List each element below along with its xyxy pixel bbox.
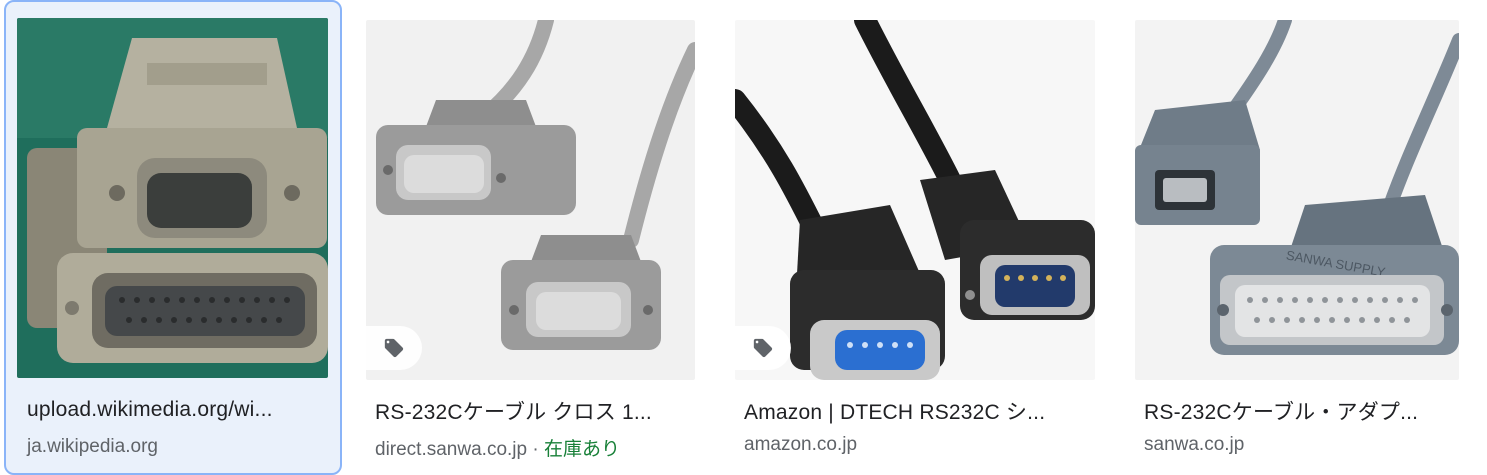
shopping-tag-icon: [384, 338, 404, 358]
image-result-card-4[interactable]: SANWA SUPPLY RS-232Cケーブル・アダプ... sanwa.co…: [1135, 0, 1465, 475]
result-source-line-2: direct.sanwa.co.jp · 在庫あり: [375, 434, 620, 461]
shopping-tag-icon: [753, 338, 773, 358]
db9-db25-adapter-image: [17, 18, 328, 378]
image-result-card-2[interactable]: RS-232Cケーブル クロス 1... direct.sanwa.co.jp …: [366, 0, 696, 475]
image-result-card-1[interactable]: upload.wikimedia.org/wi... ja.wikipedia.…: [4, 0, 342, 475]
result-source-3: amazon.co.jp: [744, 434, 858, 455]
in-stock-label: 在庫あり: [543, 439, 620, 460]
result-title-2[interactable]: RS-232Cケーブル クロス 1...: [375, 396, 690, 426]
result-source-1: ja.wikipedia.org: [27, 436, 158, 457]
result-title-1[interactable]: upload.wikimedia.org/wi...: [27, 398, 327, 422]
rs232c-cross-cable-image: [366, 20, 695, 380]
result-title-4[interactable]: RS-232Cケーブル・アダプ...: [1144, 396, 1459, 426]
result-thumbnail-2[interactable]: [366, 20, 695, 380]
result-source-4: sanwa.co.jp: [1144, 434, 1245, 455]
shopping-tag-badge-2: [366, 326, 422, 370]
image-result-card-3[interactable]: Amazon | DTECH RS232C シ... amazon.co.jp: [735, 0, 1097, 475]
result-thumbnail-3[interactable]: [735, 20, 1095, 380]
rs232c-cable-adapter-image: SANWA SUPPLY: [1135, 20, 1459, 380]
result-title-3[interactable]: Amazon | DTECH RS232C シ...: [744, 396, 1089, 426]
result-thumbnail-1[interactable]: [17, 18, 328, 378]
result-thumbnail-4[interactable]: SANWA SUPPLY: [1135, 20, 1459, 380]
result-source-2: direct.sanwa.co.jp: [375, 439, 528, 460]
source-separator: ·: [527, 439, 544, 460]
dtech-rs232c-cable-image: [735, 20, 1095, 380]
image-results-grid: upload.wikimedia.org/wi... ja.wikipedia.…: [0, 0, 1487, 475]
shopping-tag-badge-3: [735, 326, 791, 370]
